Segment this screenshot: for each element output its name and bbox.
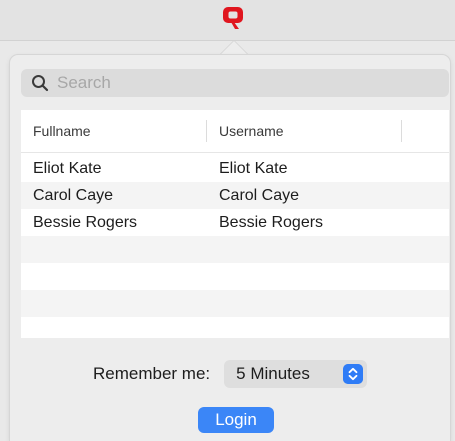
table-row[interactable]: Carol Caye Carol Caye (21, 182, 449, 209)
remember-duration-select[interactable]: 5 Minutes (224, 360, 368, 388)
search-icon (32, 75, 49, 92)
cell-username: Carol Caye (219, 186, 300, 204)
table-row-empty (21, 290, 449, 317)
table-row[interactable]: Bessie Rogers Bessie Rogers (21, 209, 449, 236)
chevron-up-down-icon[interactable] (343, 364, 364, 384)
cell-fullname: Eliot Kate (33, 159, 102, 177)
search-input[interactable] (57, 73, 427, 93)
table-body: Eliot Kate Eliot Kate Carol Caye Carol C… (21, 153, 449, 344)
cell-username: Eliot Kate (219, 159, 288, 177)
app-logo-icon[interactable] (222, 6, 244, 30)
cell-username: Bessie Rogers (219, 213, 324, 231)
table-header: Fullname Username (21, 110, 449, 153)
users-table: Fullname Username Eliot Kate Eliot Kate … (21, 110, 449, 338)
column-header-username[interactable]: Username (207, 120, 402, 142)
cell-fullname: Carol Caye (33, 186, 114, 204)
menu-bar (0, 0, 455, 41)
cell-fullname: Bessie Rogers (33, 213, 138, 231)
table-row-empty (21, 236, 449, 263)
table-row-empty (21, 263, 449, 290)
column-header-fullname[interactable]: Fullname (21, 120, 207, 142)
table-row[interactable]: Eliot Kate Eliot Kate (21, 155, 449, 182)
popover-arrow (219, 41, 249, 56)
remember-me-group: Remember me: 5 Minutes (93, 360, 368, 388)
remember-duration-value: 5 Minutes (236, 364, 310, 383)
login-button[interactable]: Login (198, 407, 274, 433)
remember-me-label: Remember me: (93, 364, 211, 383)
table-row-empty (21, 317, 449, 344)
search-field[interactable] (21, 69, 449, 97)
